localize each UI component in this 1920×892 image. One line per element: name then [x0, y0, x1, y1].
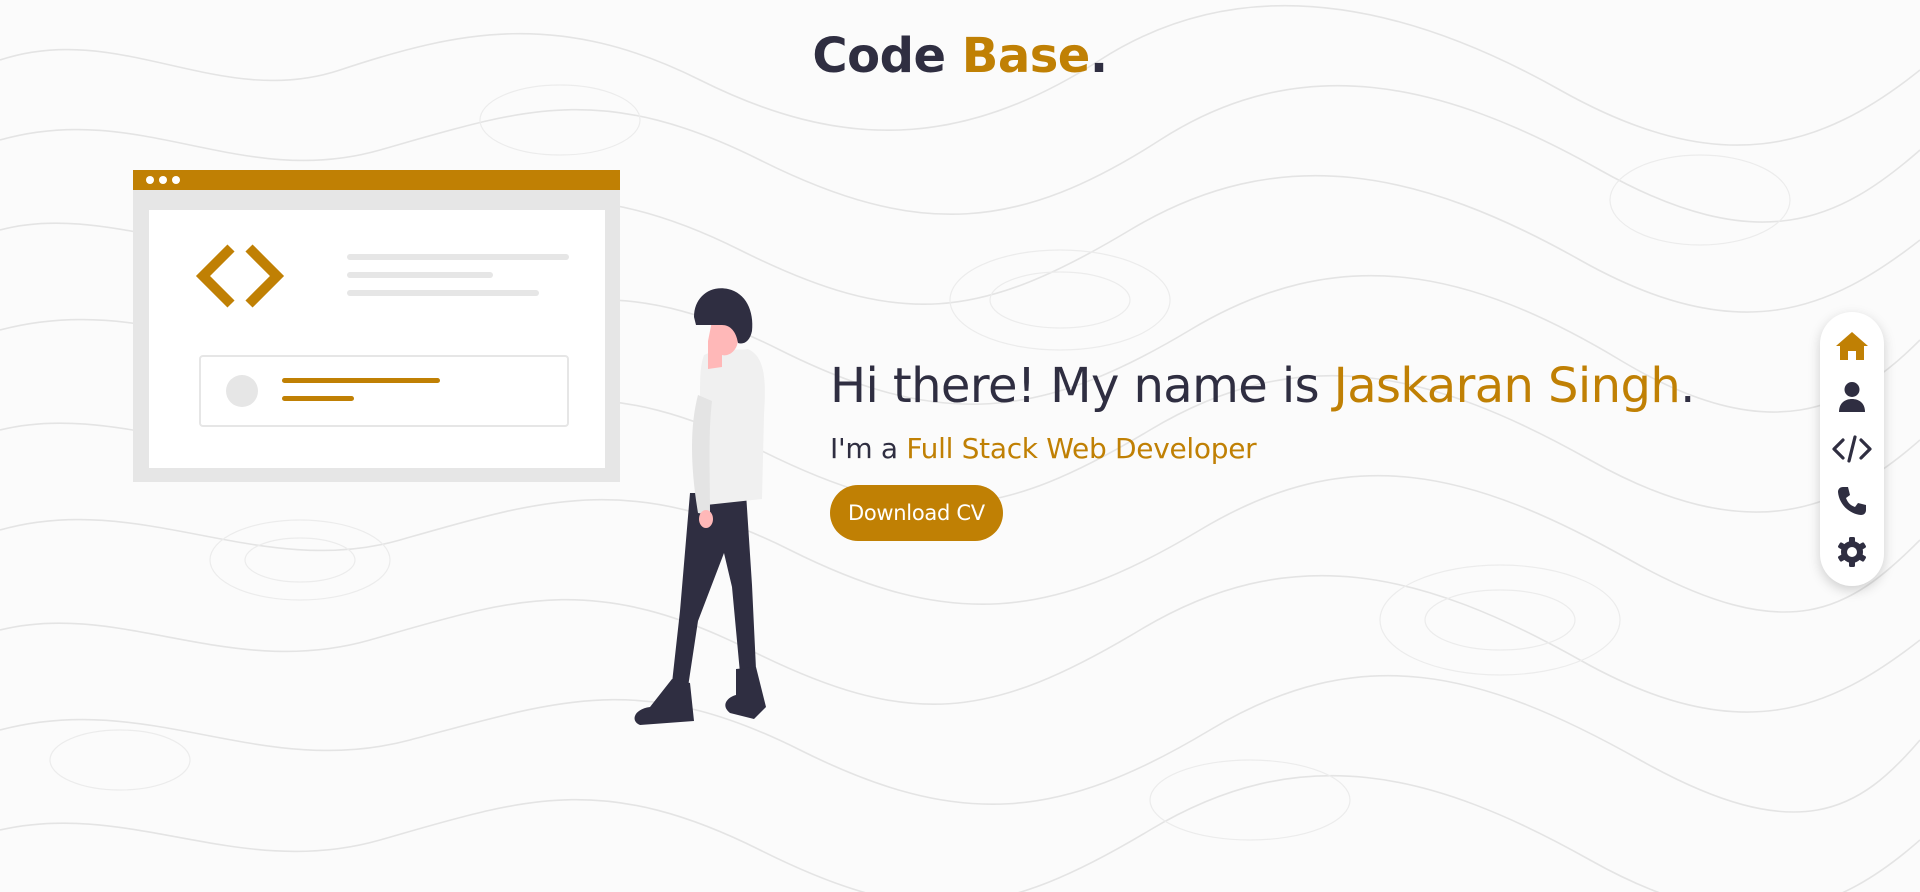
hero-role-prefix: I'm a — [830, 432, 898, 465]
hero-greeting: Hi there! My name is — [830, 358, 1320, 414]
nav-item-home[interactable] — [1830, 324, 1874, 368]
phone-icon — [1838, 486, 1866, 515]
side-navigation — [1820, 312, 1884, 586]
user-icon — [1839, 382, 1865, 413]
nav-item-projects[interactable] — [1830, 427, 1874, 471]
hero-heading: Hi there! My name is Jaskaran Singh. — [830, 358, 1695, 414]
download-cv-button[interactable]: Download CV — [830, 485, 1003, 541]
logo-main-text: Code — [812, 28, 946, 84]
hero-subtitle: I'm a Full Stack Web Developer — [830, 432, 1695, 465]
hero-role: Full Stack Web Developer — [906, 432, 1257, 465]
hero-section: Hi there! My name is Jaskaran Singh. I'm… — [830, 358, 1695, 541]
code-icon — [1832, 435, 1872, 463]
logo-accent-text: Base — [961, 28, 1091, 84]
code-window-illustration — [133, 170, 620, 482]
site-logo[interactable]: Code Base. — [0, 28, 1920, 84]
settings-gear-icon — [1838, 537, 1866, 568]
logo-dot: . — [1089, 28, 1108, 84]
developer-person-illustration — [634, 288, 766, 725]
home-icon — [1836, 331, 1868, 360]
nav-item-about[interactable] — [1830, 375, 1874, 419]
page: Code Base. Hi there! My name is Jaskaran… — [0, 0, 1920, 892]
nav-item-settings[interactable] — [1830, 530, 1874, 574]
nav-item-contact[interactable] — [1830, 479, 1874, 523]
hero-name-dot: . — [1680, 358, 1695, 414]
hero-name: Jaskaran Singh — [1333, 358, 1681, 414]
